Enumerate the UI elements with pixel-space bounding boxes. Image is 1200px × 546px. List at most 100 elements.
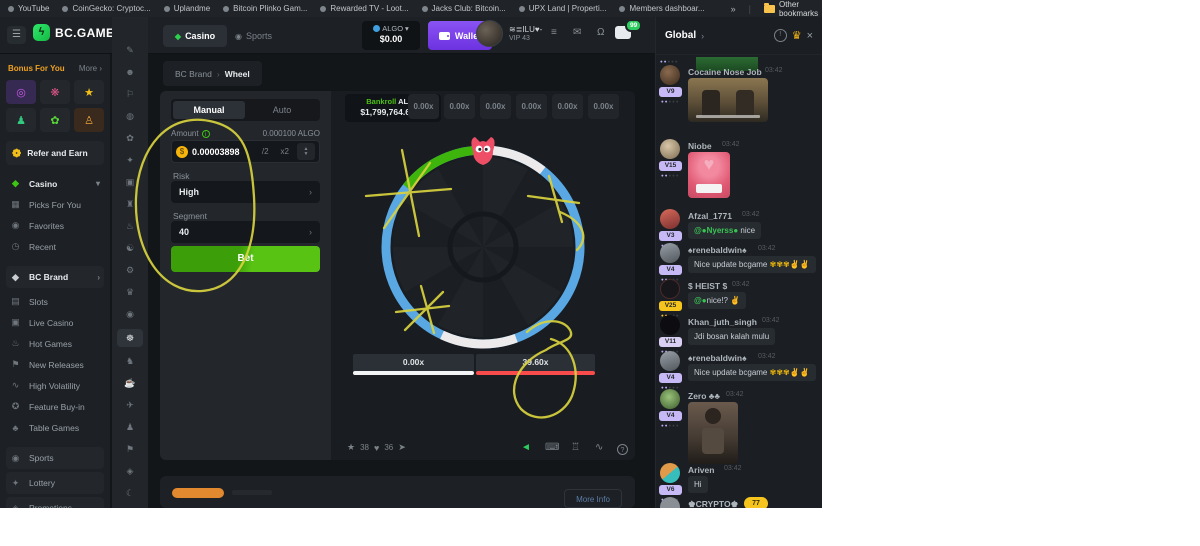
chat-rules-icon[interactable]: ! [774, 29, 787, 42]
bookmark-item[interactable]: Uplandme [164, 4, 210, 13]
amount-input[interactable]: $ 0.00003898 /2 x2 ▲▼ [171, 140, 320, 163]
trophy-icon[interactable]: ♖ [571, 442, 580, 453]
tab-casino[interactable]: ◆ Casino [163, 25, 227, 47]
user-avatar[interactable] [476, 20, 503, 47]
message-author[interactable]: Cocaine Nose Job [688, 67, 762, 77]
bcgame-logo[interactable]: ϟ BC.GAME [33, 24, 114, 41]
chat-gif[interactable] [688, 402, 738, 464]
more-info-button[interactable]: More Info [564, 489, 622, 508]
message-author[interactable]: $ HEIST $ [688, 281, 727, 291]
tab-sports[interactable]: ◉ Sports [235, 25, 272, 47]
rail-game-icon[interactable]: ☻ [119, 65, 141, 80]
bonus-tile[interactable]: ◎ [6, 80, 36, 104]
provider-badge[interactable] [172, 488, 224, 498]
history-multiplier-button[interactable]: 0.00x [444, 94, 475, 119]
rail-game-icon[interactable]: ✎ [119, 43, 141, 58]
sidebar-item[interactable]: ✪ Feature Buy-in [6, 396, 104, 417]
message-author[interactable]: ♠renebaldwin♠ [688, 353, 747, 363]
bonus-tile[interactable]: ★ [74, 80, 104, 104]
message-author[interactable]: ♚CRYPTO♚ [688, 499, 738, 508]
sidebar-item[interactable]: ◆ BC Brand › [6, 266, 104, 288]
sidebar-item[interactable]: ▣ Live Casino [6, 312, 104, 333]
message-author[interactable]: Ariven [688, 465, 714, 475]
share-icon[interactable]: ➤ [398, 442, 406, 453]
rail-game-icon[interactable]: ♨ [119, 219, 141, 234]
chat-room-title[interactable]: Global [665, 30, 696, 41]
avatar[interactable] [660, 315, 680, 335]
rail-game-icon[interactable]: ♛ [119, 285, 141, 300]
sidebar-item[interactable]: ◈ Promotions [6, 497, 104, 508]
sidebar-item[interactable]: ♨ Hot Games [6, 333, 104, 354]
amount-stepper[interactable]: ▲▼ [297, 143, 315, 160]
half-bet-button[interactable]: /2 [258, 147, 273, 156]
avatar[interactable] [660, 351, 680, 371]
bonus-tile[interactable]: ♟ [6, 108, 36, 132]
bookmark-item[interactable]: CoinGecko: Cryptoc... [62, 4, 150, 13]
breadcrumb-section[interactable]: BC Brand [175, 69, 212, 79]
history-multiplier-button[interactable]: 0.00x [408, 94, 439, 119]
bonus-tile[interactable]: ✿ [40, 108, 70, 132]
chevron-right-icon[interactable]: › [701, 31, 704, 41]
balance-selector[interactable]: ALGO ▾ $0.00 [362, 21, 420, 50]
sidebar-item[interactable]: ◷ Recent [6, 236, 104, 257]
rail-game-icon[interactable]: ♜ [119, 197, 141, 212]
history-multiplier-button[interactable]: 0.00x [516, 94, 547, 119]
chat-gif[interactable] [688, 78, 768, 122]
trophy-icon[interactable]: ♛ [792, 29, 802, 42]
message-author[interactable]: Khan_juth_singh [688, 317, 757, 327]
sidebar-item[interactable]: ∿ High Volatility [6, 375, 104, 396]
avatar[interactable] [660, 139, 680, 159]
mail-icon[interactable]: ✉ [573, 27, 581, 38]
avatar[interactable] [660, 389, 680, 409]
rail-game-icon[interactable]: ✈ [119, 398, 141, 413]
rail-game-icon[interactable]: ◈ [119, 464, 141, 479]
sidebar-item[interactable]: ◆ Casino ▾ [6, 173, 104, 194]
hamburger-menu-icon[interactable]: ☰ [7, 26, 26, 44]
sidebar-item[interactable]: ♣ Table Games [6, 417, 104, 438]
avatar[interactable] [660, 209, 680, 229]
heart-icon[interactable]: ♥ [374, 443, 379, 453]
bookmark-item[interactable]: Members dashboar... [619, 4, 704, 13]
segment-select[interactable]: 40 › [171, 221, 320, 243]
amount-value[interactable]: 0.00003898 [192, 147, 254, 157]
wheel[interactable] [373, 137, 593, 357]
rail-game-icon[interactable]: ☕ [119, 376, 141, 391]
info-icon[interactable]: i [202, 130, 210, 138]
avatar[interactable] [660, 65, 680, 85]
rail-game-icon[interactable]: ⚙ [119, 263, 141, 278]
rail-game-icon[interactable]: ☯ [119, 241, 141, 256]
refer-and-earn[interactable]: ❁ Refer and Earn [6, 141, 104, 165]
sidebar-item[interactable]: ◉ Sports [6, 447, 104, 469]
bonus-more-link[interactable]: More › [79, 64, 102, 73]
rail-game-icon[interactable]: ♞ [119, 354, 141, 369]
sound-icon[interactable]: ◄ [521, 442, 531, 453]
rail-game-icon[interactable]: ⚑ [119, 442, 141, 457]
live-stats-icon[interactable]: ∿ [595, 442, 603, 453]
sidebar-item[interactable]: ◉ Favorites [6, 215, 104, 236]
mention[interactable]: @● [694, 296, 707, 305]
rail-game-icon[interactable]: ☾ [119, 486, 141, 501]
bonus-tile[interactable]: ❋ [40, 80, 70, 104]
message-author[interactable]: Niobe [688, 141, 712, 151]
rail-game-icon[interactable]: ▣ [119, 175, 141, 190]
help-icon[interactable]: ? [617, 444, 628, 455]
close-icon[interactable]: × [807, 30, 813, 42]
rail-game-icon[interactable]: ⚐ [119, 87, 141, 102]
sidebar-item[interactable]: ▦ Picks For You [6, 194, 104, 215]
avatar[interactable] [660, 463, 680, 483]
sidebar-item[interactable]: ⚑ New Releases [6, 354, 104, 375]
bookmark-item[interactable]: Rewarded TV - Loot... [320, 4, 408, 13]
mention[interactable]: @●Nyerss● [694, 226, 738, 235]
rail-game-icon[interactable]: ☸ [117, 329, 143, 347]
bookmark-item[interactable]: UPX Land | Properti... [519, 4, 607, 13]
message-author[interactable]: ♠renebaldwin♠ [688, 245, 747, 255]
bookmark-item[interactable]: YouTube [8, 4, 49, 13]
bonus-tile[interactable]: ♙ [74, 108, 104, 132]
message-author[interactable]: Afzal_1771 [688, 211, 732, 221]
rail-game-icon[interactable]: ♟ [119, 420, 141, 435]
history-multiplier-button[interactable]: 0.00x [552, 94, 583, 119]
bet-button[interactable]: Bet [171, 246, 320, 272]
avatar[interactable] [660, 243, 680, 263]
bookmark-item[interactable]: Jacks Club: Bitcoin... [422, 4, 506, 13]
step-down-icon[interactable]: ▼ [304, 152, 309, 157]
